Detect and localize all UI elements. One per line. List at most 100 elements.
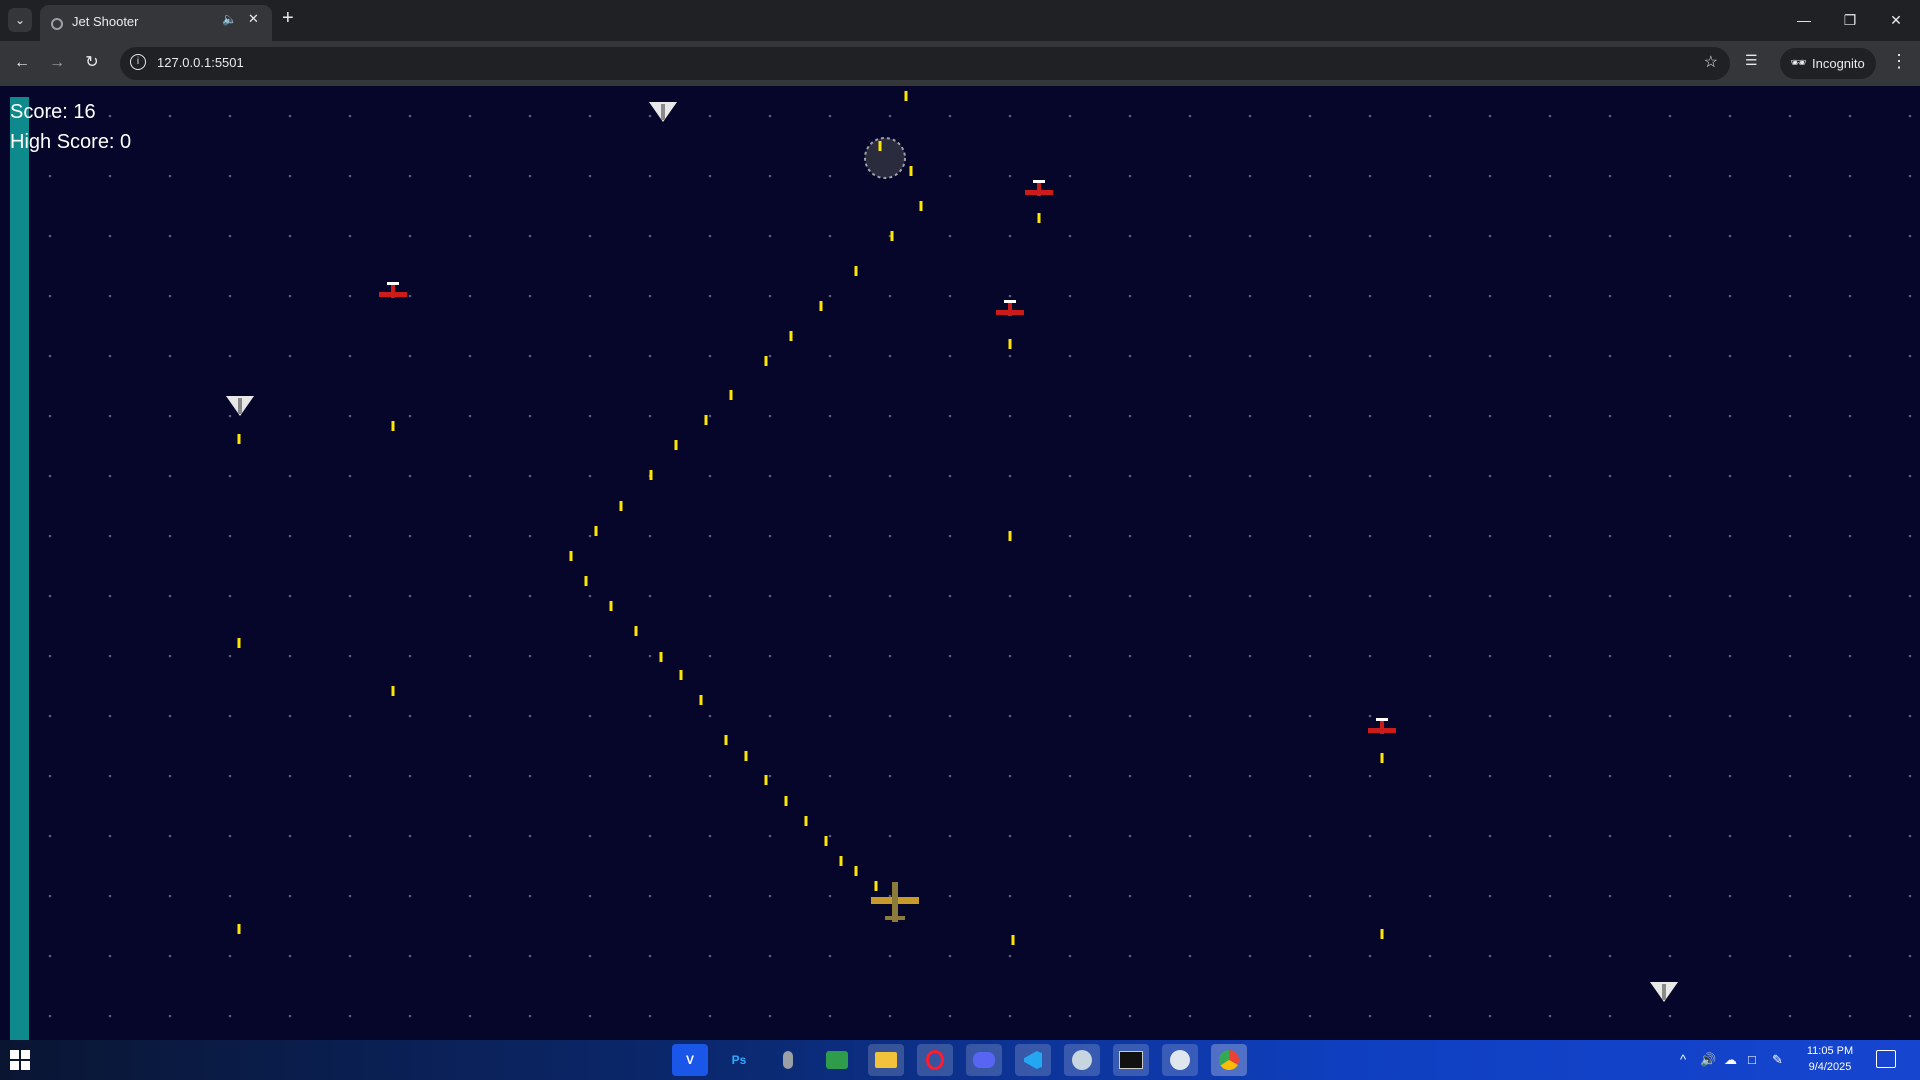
bullet — [1380, 929, 1384, 939]
speaker-icon[interactable]: 🔈 — [222, 12, 237, 26]
clock-time: 11:05 PM — [1806, 1045, 1854, 1057]
bullet — [1037, 213, 1041, 223]
network-icon[interactable]: □ — [1748, 1052, 1756, 1067]
tab-jet-shooter[interactable]: Jet Shooter 🔈 ✕ — [40, 5, 272, 41]
opera-icon[interactable] — [917, 1044, 953, 1076]
red-enemy-plane — [996, 300, 1024, 316]
bullet — [679, 670, 683, 680]
bullet — [919, 201, 923, 211]
bullet — [854, 266, 858, 276]
bullet — [237, 924, 241, 934]
address-bar[interactable]: i 127.0.0.1:5501 ☆ — [120, 47, 1730, 80]
bullet — [789, 331, 793, 341]
bullet — [1011, 935, 1015, 945]
bullet — [674, 440, 678, 450]
bullet — [584, 576, 588, 586]
reload-icon[interactable]: ↻ — [80, 51, 104, 75]
bullet — [1008, 531, 1012, 541]
bullet — [594, 526, 598, 536]
white-enemy-jet — [649, 102, 677, 122]
url-text[interactable]: 127.0.0.1:5501 — [157, 55, 244, 70]
steam-icon[interactable] — [1064, 1044, 1100, 1076]
bullet — [804, 816, 808, 826]
bullet — [854, 866, 858, 876]
bullet — [1380, 753, 1384, 763]
globe-icon — [51, 18, 63, 30]
file-explorer-icon[interactable] — [868, 1044, 904, 1076]
bullet — [878, 141, 882, 151]
mouse-app-icon[interactable] — [770, 1044, 806, 1076]
bullet — [704, 415, 708, 425]
tab-title: Jet Shooter — [72, 14, 139, 29]
bullet — [729, 390, 733, 400]
discord-icon[interactable] — [966, 1044, 1002, 1076]
game-canvas[interactable]: Score: 16 High Score: 0 — [0, 86, 1920, 1040]
bullet — [890, 231, 894, 241]
windows-start-icon[interactable] — [8, 1048, 32, 1072]
taskbar-app-v[interactable]: V — [672, 1044, 708, 1076]
chrome-icon[interactable] — [1211, 1044, 1247, 1076]
bullet — [391, 686, 395, 696]
bullet — [1008, 339, 1012, 349]
site-info-icon[interactable]: i — [130, 54, 146, 70]
explosion — [864, 137, 906, 179]
incognito-badge[interactable]: 🕶 Incognito — [1780, 48, 1876, 79]
restore-button[interactable]: ❐ — [1830, 6, 1870, 34]
back-icon[interactable]: ← — [10, 51, 34, 75]
bookmark-star-icon[interactable]: ☆ — [1704, 52, 1718, 72]
bullet — [724, 735, 728, 745]
bullet — [764, 775, 768, 785]
browser-toolbar: ← → ↻ i 127.0.0.1:5501 ☆ ☰ 🕶 Incognito ⋮ — [0, 41, 1920, 86]
plus-icon[interactable]: + — [282, 7, 294, 30]
onedrive-icon[interactable]: ☁ — [1724, 1052, 1737, 1068]
bullet — [784, 796, 788, 806]
game-sprites — [226, 91, 1678, 1002]
paint-icon[interactable] — [1162, 1044, 1198, 1076]
vscode-icon[interactable] — [1015, 1044, 1051, 1076]
volume-icon[interactable]: 🔊 — [1700, 1052, 1716, 1068]
bullet — [909, 166, 913, 176]
bullet — [609, 601, 613, 611]
bullet — [744, 751, 748, 761]
bullet — [391, 421, 395, 431]
bullet — [569, 551, 573, 561]
bullet — [659, 652, 663, 662]
white-enemy-jet — [226, 396, 254, 416]
minimize-button[interactable]: — — [1784, 6, 1824, 34]
red-enemy-plane — [1025, 180, 1053, 196]
window-close-button[interactable]: ✕ — [1876, 6, 1916, 34]
bullet — [824, 836, 828, 846]
tab-search-button[interactable]: ⌄ — [8, 8, 32, 32]
map-app-icon[interactable] — [819, 1044, 855, 1076]
pen-icon[interactable]: ✎ — [1772, 1052, 1783, 1068]
bullet — [874, 881, 878, 891]
bullet — [839, 856, 843, 866]
red-enemy-plane — [379, 282, 407, 298]
bullet — [904, 91, 908, 101]
bullet — [649, 470, 653, 480]
notification-icon[interactable] — [1876, 1050, 1896, 1068]
bullet — [237, 638, 241, 648]
taskbar: V Ps ^ 🔊 ☁ □ ✎ 11:05 PM 9/4/2025 — [0, 1040, 1920, 1080]
photoshop-icon[interactable]: Ps — [721, 1044, 757, 1076]
bullet — [237, 434, 241, 444]
incognito-icon: 🕶 — [1790, 55, 1807, 70]
incognito-label: Incognito — [1812, 56, 1865, 71]
bullet — [819, 301, 823, 311]
chevron-up-icon[interactable]: ^ — [1680, 1052, 1686, 1067]
media-control-icon[interactable]: ☰ — [1745, 52, 1765, 72]
bullet — [634, 626, 638, 636]
bullet — [764, 356, 768, 366]
clock[interactable]: 11:05 PM 9/4/2025 — [1800, 1043, 1860, 1075]
red-enemy-plane — [1368, 718, 1396, 734]
kebab-menu-icon[interactable]: ⋮ — [1890, 51, 1908, 72]
close-icon[interactable]: ✕ — [248, 11, 259, 27]
clock-date: 9/4/2025 — [1808, 1061, 1852, 1073]
terminal-icon[interactable] — [1113, 1044, 1149, 1076]
tab-bar: ⌄ Jet Shooter 🔈 ✕ + — ❐ ✕ — [0, 0, 1920, 41]
bullet — [699, 695, 703, 705]
white-enemy-jet — [1650, 982, 1678, 1002]
player-plane[interactable] — [871, 882, 919, 922]
forward-icon[interactable]: → — [45, 51, 69, 75]
bullet — [619, 501, 623, 511]
